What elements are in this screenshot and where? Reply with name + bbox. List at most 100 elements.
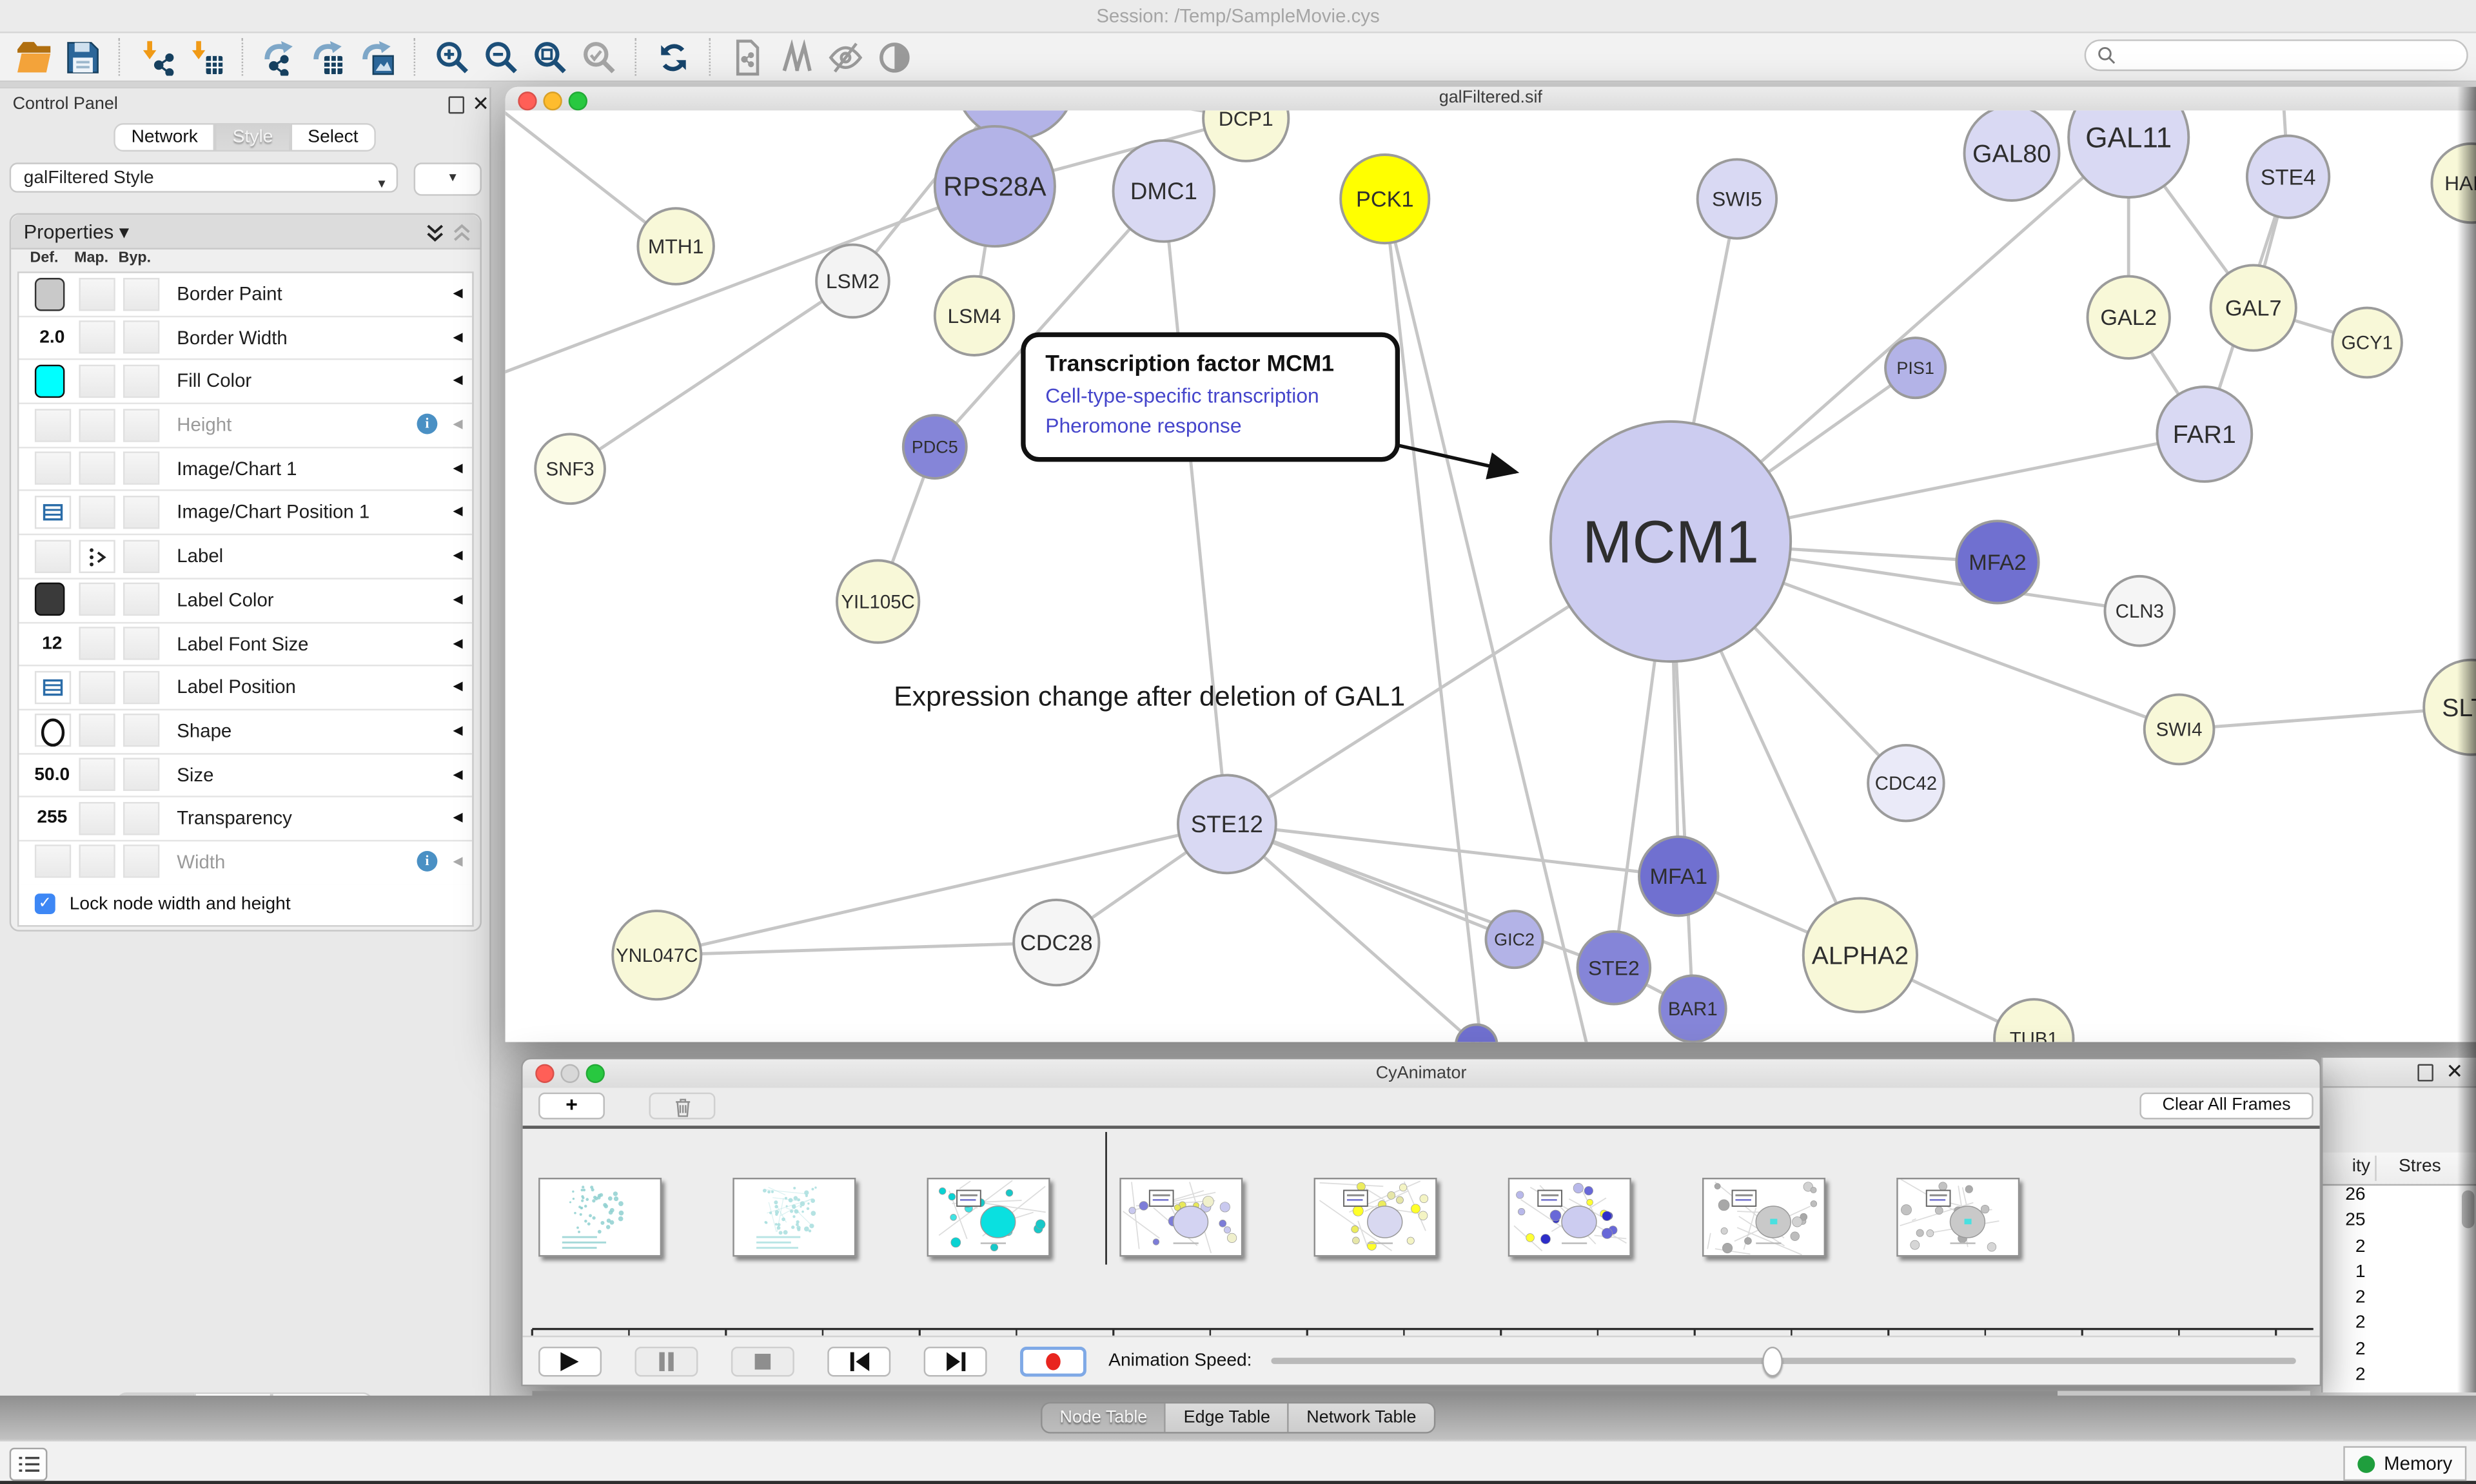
empty-cell[interactable] xyxy=(79,758,115,791)
network-file-icon[interactable] xyxy=(727,35,769,78)
empty-cell[interactable] xyxy=(123,364,159,397)
cyanimator-titlebar[interactable]: CyAnimator xyxy=(523,1059,2320,1089)
record-button[interactable] xyxy=(1020,1346,1086,1376)
position-icon[interactable] xyxy=(35,496,71,529)
expand-arrow-icon[interactable]: ◀ xyxy=(453,710,462,752)
property-row-label-color[interactable]: Label Color◀ xyxy=(19,579,472,623)
network-canvas[interactable]: RPS28BRPS28ADMC1DCP1PCK1MTH1LSM2LSM4SNF3… xyxy=(506,110,2476,1042)
network-edge[interactable] xyxy=(657,824,1227,955)
tab-edge-table[interactable]: Edge Table xyxy=(1164,1403,1288,1432)
empty-cell[interactable] xyxy=(123,758,159,791)
column-divider[interactable] xyxy=(2375,1156,2376,1181)
expand-arrow-icon[interactable]: ◀ xyxy=(453,360,462,402)
property-row-fill-color[interactable]: Fill Color◀ xyxy=(19,360,472,404)
slider-track[interactable] xyxy=(1271,1358,2296,1364)
column-header[interactable]: ity xyxy=(2323,1157,2370,1176)
property-row-border-width[interactable]: 2.0Border Width◀ xyxy=(19,317,472,360)
empty-cell[interactable] xyxy=(79,321,115,354)
side-panel-titlebar[interactable]: ✕ xyxy=(2323,1058,2476,1088)
tab-style[interactable]: Style xyxy=(215,123,291,151)
new-table-icon[interactable] xyxy=(308,35,351,78)
scrollbar-thumb[interactable] xyxy=(2462,1191,2475,1229)
close-panel-icon[interactable]: ✕ xyxy=(472,96,489,112)
empty-cell[interactable] xyxy=(123,845,159,878)
position-icon[interactable] xyxy=(35,670,71,703)
expand-arrow-icon[interactable]: ◀ xyxy=(453,448,462,490)
expand-arrow-icon[interactable]: ◀ xyxy=(453,492,462,534)
property-row-transparency[interactable]: 255Transparency◀ xyxy=(19,797,472,841)
empty-cell[interactable] xyxy=(35,845,71,878)
frame-thumbnail-3[interactable] xyxy=(1120,1178,1243,1256)
annotation-callout[interactable]: Transcription factor MCM1Cell-type-speci… xyxy=(1023,335,1516,472)
expand-arrow-icon[interactable]: ◀ xyxy=(453,273,462,315)
property-row-width[interactable]: Widthi◀ xyxy=(19,841,472,885)
network-node-partial[interactable] xyxy=(1456,1024,1497,1042)
property-row-image-chart-position-1[interactable]: Image/Chart Position 1◀ xyxy=(19,492,472,536)
export-image-icon[interactable] xyxy=(357,35,399,78)
value-text[interactable]: 50.0 xyxy=(32,754,73,796)
frame-thumbnail-1[interactable] xyxy=(732,1178,856,1256)
empty-cell[interactable] xyxy=(79,627,115,659)
frame-thumbnail-5[interactable] xyxy=(1508,1178,1631,1256)
playhead[interactable] xyxy=(1105,1132,1107,1265)
table-cell[interactable]: 2 xyxy=(2323,1366,2372,1392)
style-selector[interactable]: galFiltered Style ▾ xyxy=(10,162,398,193)
network-window-titlebar[interactable]: galFiltered.sif xyxy=(506,87,2476,112)
frame-thumbnail-0[interactable] xyxy=(538,1178,662,1256)
empty-cell[interactable] xyxy=(123,583,159,616)
network-edge[interactable] xyxy=(570,281,852,469)
table-cell[interactable]: 25 xyxy=(2323,1211,2372,1237)
stop-button[interactable] xyxy=(731,1346,794,1376)
info-icon[interactable]: i xyxy=(417,851,438,872)
expand-arrow-icon[interactable]: ◀ xyxy=(453,317,462,358)
timeline[interactable]: 0123456789 Seconds xyxy=(523,1126,2320,1340)
empty-cell[interactable] xyxy=(123,452,159,485)
close-panel-icon[interactable]: ✕ xyxy=(2446,1064,2463,1080)
panel-menu-button[interactable] xyxy=(10,1448,48,1481)
empty-cell[interactable] xyxy=(79,670,115,703)
table-cell[interactable]: 2 xyxy=(2323,1237,2372,1263)
collapse-all-icon[interactable] xyxy=(451,222,472,243)
open-session-icon[interactable] xyxy=(13,35,55,78)
empty-cell[interactable] xyxy=(79,452,115,485)
empty-cell[interactable] xyxy=(123,627,159,659)
properties-header[interactable]: Properties ▾ xyxy=(11,215,480,249)
mapping-icon[interactable] xyxy=(79,540,115,572)
add-frame-button[interactable]: + xyxy=(538,1093,605,1120)
empty-cell[interactable] xyxy=(123,408,159,441)
search-input[interactable] xyxy=(2122,44,2444,66)
zoom-fit-icon[interactable] xyxy=(529,35,571,78)
empty-cell[interactable] xyxy=(123,540,159,572)
value-text[interactable]: 255 xyxy=(32,797,73,839)
empty-cell[interactable] xyxy=(79,714,115,747)
close-window-light[interactable] xyxy=(518,92,536,110)
zoom-selected-icon[interactable] xyxy=(578,35,620,78)
table-cell[interactable]: 2 xyxy=(2323,1289,2372,1314)
frame-thumbnail-7[interactable] xyxy=(1896,1178,2019,1256)
empty-cell[interactable] xyxy=(123,277,159,310)
table-cell[interactable]: 2 xyxy=(2323,1340,2372,1366)
empty-cell[interactable] xyxy=(35,540,71,572)
empty-cell[interactable] xyxy=(79,408,115,441)
minimize-window-light[interactable] xyxy=(543,92,562,110)
slider-handle[interactable] xyxy=(1762,1347,1783,1377)
expand-arrow-icon[interactable]: ◀ xyxy=(453,797,462,839)
expand-arrow-icon[interactable]: ◀ xyxy=(453,623,462,665)
expand-arrow-icon[interactable]: ◀ xyxy=(453,536,462,578)
zoom-window-light[interactable] xyxy=(569,92,587,110)
import-table-icon[interactable] xyxy=(185,35,228,78)
network-edge[interactable] xyxy=(1164,191,1227,824)
style-options-button[interactable]: ▾ xyxy=(414,162,482,195)
toggle-graphics-icon[interactable] xyxy=(873,35,916,78)
property-row-label[interactable]: Label◀ xyxy=(19,536,472,580)
tab-node-table[interactable]: Node Table xyxy=(1043,1403,1165,1432)
expand-arrow-icon[interactable]: ◀ xyxy=(453,841,462,883)
lock-checkbox[interactable]: ✓ xyxy=(35,893,55,914)
network-edge[interactable] xyxy=(506,186,995,387)
empty-cell[interactable] xyxy=(79,583,115,616)
expand-arrow-icon[interactable]: ◀ xyxy=(453,579,462,621)
network-edge[interactable] xyxy=(657,942,1057,955)
zoom-window-light[interactable] xyxy=(586,1064,605,1083)
info-icon[interactable]: i xyxy=(417,414,438,434)
property-row-height[interactable]: Heighti◀ xyxy=(19,404,472,448)
